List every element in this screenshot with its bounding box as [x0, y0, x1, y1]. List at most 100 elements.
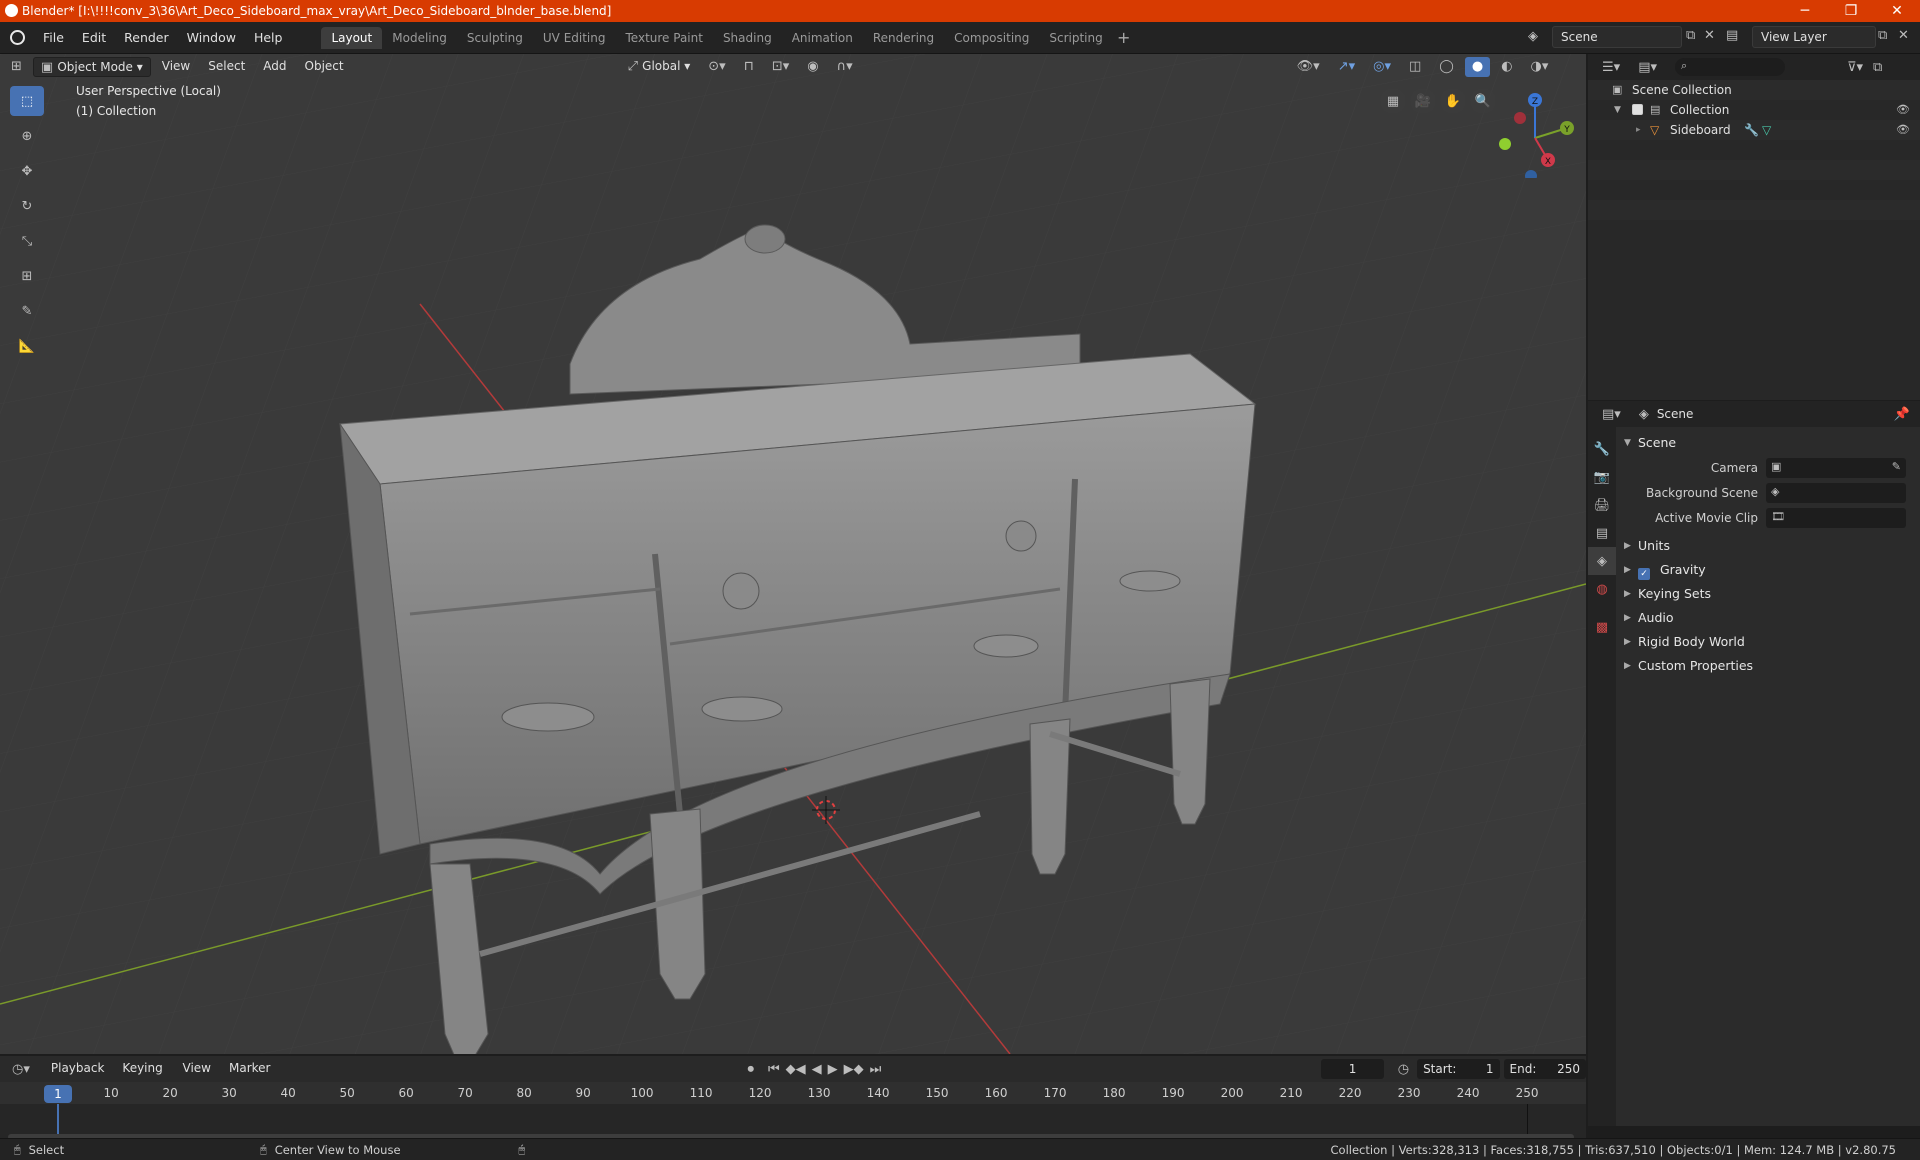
timeline-ruler[interactable]: 1 10 20 30 40 50 60 70 80 90 100 110 120 130 140 150 16… — [0, 1082, 1586, 1104]
camera-view-button[interactable]: 🎥 — [1410, 88, 1436, 114]
active-movie-clip-field[interactable]: 🎞 — [1766, 507, 1906, 528]
overlays-toggle[interactable]: ◎▾ — [1366, 57, 1398, 77]
mode-selector[interactable]: ▣ Object Mode ▾ — [32, 57, 151, 77]
menu-view[interactable]: View — [155, 57, 197, 77]
outliner-row-scene-collection[interactable]: ▣ Scene Collection — [1588, 80, 1920, 100]
jump-start-icon[interactable]: ⏮ — [768, 1062, 780, 1077]
outliner-editor-type-icon[interactable]: ☰▾ — [1602, 60, 1620, 75]
tab-modeling[interactable]: Modeling — [382, 27, 457, 49]
new-scene-icon[interactable]: ⧉ — [1686, 28, 1695, 43]
navigation-gizmo[interactable]: Z Y X — [1490, 88, 1580, 178]
panel-rigid-body-world[interactable]: ▶ Rigid Body World — [1618, 630, 1920, 654]
minimize-button[interactable]: ─ — [1782, 0, 1828, 22]
display-mode-icon[interactable]: ▤▾ — [1638, 60, 1657, 75]
tab-sculpting[interactable]: Sculpting — [457, 27, 533, 49]
modifier-icon[interactable]: 🔧 — [1744, 120, 1759, 140]
tab-layout[interactable]: Layout — [321, 26, 383, 49]
select-box-tool[interactable]: ⬚ — [10, 86, 44, 116]
panel-gravity[interactable]: ▶ ✓ Gravity — [1618, 558, 1920, 582]
delete-scene-icon[interactable]: ✕ — [1704, 28, 1715, 43]
scale-tool[interactable]: ⤡ — [10, 226, 44, 256]
tab-texture[interactable]: ▩ — [1588, 613, 1616, 641]
tab-scene[interactable]: ◈ — [1588, 547, 1616, 575]
cursor-tool[interactable]: ⊕ — [10, 121, 44, 151]
properties-editor-type-icon[interactable]: ▤▾ — [1602, 407, 1621, 422]
tab-shading[interactable]: Shading — [713, 27, 782, 49]
visibility-selector[interactable]: 👁▾ — [1290, 57, 1327, 77]
eyedropper-icon[interactable]: ✎ — [1892, 460, 1901, 473]
sideboard-eye-icon[interactable]: 👁 — [1896, 120, 1910, 140]
tab-animation[interactable]: Animation — [782, 27, 863, 49]
collection-eye-icon[interactable]: 👁 — [1896, 100, 1910, 120]
record-icon[interactable]: ⏺ — [747, 1062, 754, 1077]
outliner-row-collection[interactable]: ▼ ▤ Collection 👁 — [1588, 100, 1920, 120]
tab-view-layer[interactable]: ▤ — [1588, 519, 1616, 547]
tab-scripting[interactable]: Scripting — [1039, 27, 1112, 49]
xray-toggle[interactable]: ◫ — [1402, 57, 1428, 77]
3d-viewport[interactable]: ⊞ ▣ Object Mode ▾ View Select Add Object… — [0, 54, 1586, 1054]
playhead-frame-badge[interactable]: 1 — [44, 1085, 72, 1103]
sideboard-expand-icon[interactable]: ▸ — [1636, 120, 1641, 140]
panel-keying-sets[interactable]: ▶ Keying Sets — [1618, 582, 1920, 606]
panel-audio[interactable]: ▶ Audio — [1618, 606, 1920, 630]
outliner-row-sideboard[interactable]: ▸ ▽ Sideboard 🔧 ▽ 👁 — [1588, 120, 1920, 140]
menu-file[interactable]: File — [34, 22, 73, 54]
tab-compositing[interactable]: Compositing — [944, 27, 1039, 49]
scene-icon[interactable]: ◈ — [1528, 29, 1538, 44]
menu-help[interactable]: Help — [245, 22, 292, 54]
shading-rendered[interactable]: ◑▾ — [1524, 57, 1556, 77]
gravity-checkbox[interactable]: ✓ — [1638, 568, 1650, 580]
playhead-line[interactable] — [57, 1104, 59, 1136]
tab-output[interactable]: 🖨 — [1588, 491, 1616, 519]
menu-window[interactable]: Window — [178, 22, 245, 54]
new-view-layer-icon[interactable]: ⧉ — [1878, 28, 1887, 43]
background-scene-field[interactable]: ◈ — [1766, 482, 1906, 503]
menu-marker[interactable]: Marker — [222, 1059, 277, 1079]
start-frame-field[interactable]: Start: 1 — [1417, 1059, 1500, 1079]
mesh-data-icon[interactable]: ▽ — [1762, 120, 1771, 140]
transform-tool[interactable]: ⊞ — [10, 261, 44, 291]
panel-units[interactable]: ▶ Units — [1618, 534, 1920, 558]
menu-timeline-view[interactable]: View — [176, 1059, 218, 1079]
delete-view-layer-icon[interactable]: ✕ — [1898, 28, 1909, 43]
outliner-search-input[interactable]: ⌕ — [1675, 58, 1785, 76]
tab-world[interactable]: ◍ — [1588, 575, 1616, 603]
gizmo-toggle[interactable]: ↗▾ — [1331, 57, 1362, 77]
camera-field[interactable]: ▣ ✎ — [1766, 457, 1906, 478]
new-collection-icon[interactable]: ⧉ — [1873, 60, 1882, 75]
annotate-tool[interactable]: ✎ — [10, 296, 44, 326]
panel-scene[interactable]: ▼ Scene — [1618, 431, 1920, 455]
view-layer-selector[interactable]: View Layer — [1752, 26, 1876, 48]
menu-add[interactable]: Add — [256, 57, 293, 77]
tab-tool[interactable]: 🔧 — [1588, 435, 1616, 463]
menu-render[interactable]: Render — [115, 22, 178, 54]
rotate-tool[interactable]: ↻ — [10, 191, 44, 221]
add-workspace-button[interactable]: + — [1113, 28, 1135, 47]
filter-icon[interactable]: ⊽▾ — [1847, 60, 1863, 75]
pan-view-button[interactable]: ✋ — [1440, 88, 1466, 114]
pivot-selector[interactable]: ⊙▾ — [701, 57, 732, 77]
transform-orientation-selector[interactable]: ⤢ Global ▾ — [621, 57, 698, 77]
shading-material[interactable]: ◐ — [1494, 57, 1519, 77]
scene-selector[interactable]: Scene — [1552, 26, 1682, 48]
end-frame-field[interactable]: End: 250 — [1503, 1059, 1586, 1079]
tab-texture-paint[interactable]: Texture Paint — [616, 27, 713, 49]
timeline-editor-type-icon[interactable]: ◷▾ — [12, 1062, 30, 1077]
tab-uv-editing[interactable]: UV Editing — [533, 27, 616, 49]
shading-wireframe[interactable]: ◯ — [1432, 57, 1461, 77]
menu-object[interactable]: Object — [298, 57, 351, 77]
measure-tool[interactable]: 📐 — [10, 331, 44, 361]
tab-rendering[interactable]: Rendering — [863, 27, 944, 49]
move-tool[interactable]: ✥ — [10, 156, 44, 186]
play-icon[interactable]: ▶ — [828, 1062, 838, 1077]
next-keyframe-icon[interactable]: ▶◆ — [844, 1062, 864, 1077]
tab-render[interactable]: 📷 — [1588, 463, 1616, 491]
snap-target-selector[interactable]: ⊡▾ — [765, 57, 796, 77]
pin-icon[interactable]: 📌 — [1894, 407, 1910, 422]
collection-checkbox[interactable] — [1632, 104, 1643, 115]
play-reverse-icon[interactable]: ◀ — [812, 1062, 822, 1077]
menu-select[interactable]: Select — [201, 57, 252, 77]
close-button[interactable]: ✕ — [1874, 0, 1920, 22]
prev-keyframe-icon[interactable]: ◆◀ — [786, 1062, 806, 1077]
blender-menu-icon[interactable] — [0, 22, 34, 54]
